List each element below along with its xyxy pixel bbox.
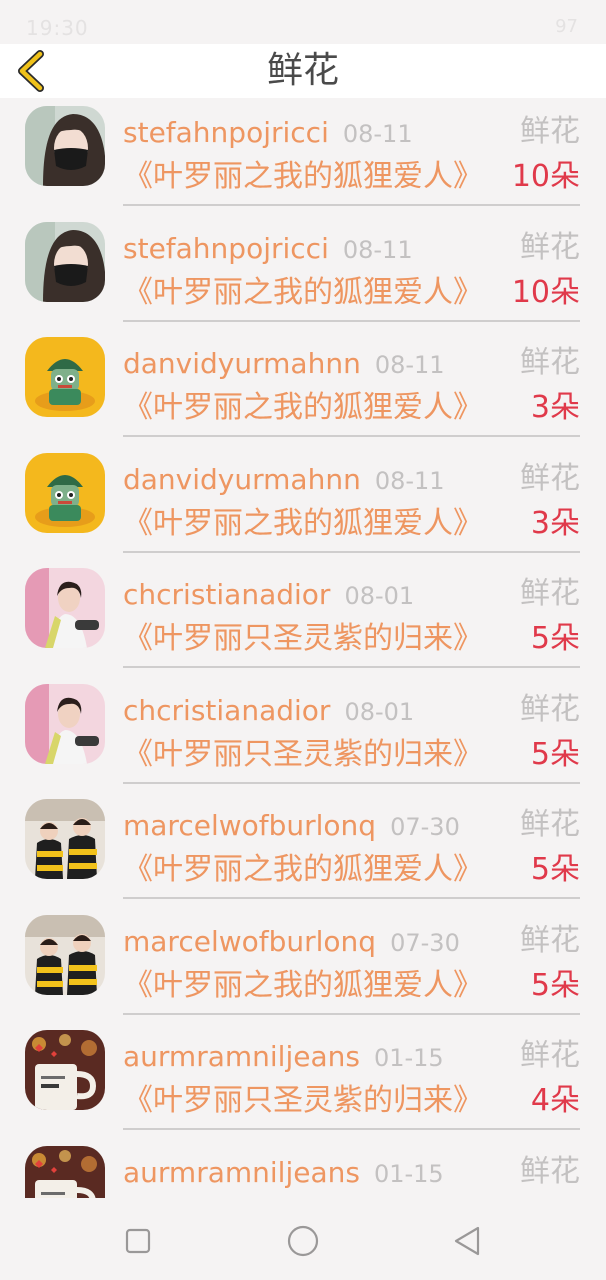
gift-type: 鲜花 [520, 345, 580, 380]
recents-button[interactable] [121, 1224, 155, 1258]
username[interactable]: marcelwofburlonq [123, 809, 376, 842]
username[interactable]: aurmramniljeans [123, 1040, 360, 1073]
gift-type: 鲜花 [520, 807, 580, 842]
divider [123, 666, 580, 668]
triangle-back-icon [454, 1226, 480, 1256]
username[interactable]: danvidyurmahnn [123, 463, 361, 496]
gift-type: 鲜花 [520, 691, 580, 727]
flower-count: 5朵 [530, 621, 580, 656]
username[interactable]: chcristianadior [123, 694, 330, 727]
book-title[interactable]: 《叶罗丽之我的狐狸爱人》 [123, 275, 483, 311]
username[interactable]: stefahnpojricci [123, 116, 329, 149]
book-title[interactable]: 《叶罗丽之我的狐狸爱人》 [123, 390, 483, 426]
date: 01-15 [373, 1159, 444, 1188]
date: 07-30 [390, 813, 460, 841]
book-title[interactable]: 《叶罗丽只圣灵紫的归来》 [123, 621, 483, 657]
girl-mask-avatar [25, 106, 105, 186]
mug-photo-avatar [25, 1145, 105, 1198]
list-item[interactable]: marcelwofburlonq 07-30 鲜花 《叶罗丽之我的狐狸爱人》 5朵 [0, 907, 606, 1023]
couple-photo-avatar [25, 914, 105, 995]
flower-count: 5朵 [530, 967, 580, 1003]
list-item[interactable]: stefahnpojricci 08-11 鲜花 《叶罗丽之我的狐狸爱人》 10朵 [0, 214, 606, 330]
divider [123, 1012, 580, 1015]
book-title[interactable]: 《叶罗丽只圣灵紫的归来》 [123, 737, 483, 773]
list-item[interactable]: marcelwofburlonq 07-30 鲜花 《叶罗丽之我的狐狸爱人》 5朵 [0, 791, 606, 907]
username[interactable]: chcristianadior [123, 578, 330, 611]
square-recents-icon [125, 1228, 151, 1254]
woman-photo-avatar [25, 683, 105, 764]
status-time: 19:30 [26, 16, 89, 40]
date: 08-11 [342, 120, 413, 148]
flower-count: 10朵 [511, 274, 580, 310]
book-title[interactable]: 《叶罗丽之我的狐狸爱人》 [123, 159, 483, 195]
date: 08-11 [374, 351, 445, 379]
system-nav-bar [0, 1198, 606, 1280]
divider [123, 1128, 580, 1130]
flower-count: 5朵 [530, 852, 580, 887]
circle-home-icon [287, 1225, 319, 1257]
list-item[interactable]: chcristianadior 08-01 鲜花 《叶罗丽只圣灵紫的归来》 5朵 [0, 676, 606, 792]
username[interactable]: danvidyurmahnn [123, 347, 361, 380]
gift-type: 鲜花 [520, 460, 580, 496]
page-title: 鲜花 [266, 50, 339, 91]
list-item[interactable]: aurmramniljeans 01-15 鲜花 [0, 1138, 606, 1198]
date: 08-01 [344, 697, 415, 726]
girl-mask-avatar [25, 221, 105, 302]
date: 08-11 [374, 466, 445, 495]
date: 08-01 [344, 582, 415, 610]
gift-type: 鲜花 [520, 576, 580, 611]
divider [123, 435, 580, 437]
list-item[interactable]: danvidyurmahnn 08-11 鲜花 《叶罗丽之我的狐狸爱人》 3朵 [0, 445, 606, 561]
flower-count: 10朵 [511, 159, 580, 194]
book-title[interactable]: 《叶罗丽之我的狐狸爱人》 [123, 968, 483, 1004]
back-nav-button[interactable] [450, 1224, 484, 1258]
flower-count: 3朵 [530, 390, 580, 425]
gift-type: 鲜花 [520, 114, 580, 149]
gift-type: 鲜花 [520, 229, 580, 265]
cartoon-avatar [25, 452, 105, 533]
list-item[interactable]: danvidyurmahnn 08-11 鲜花 《叶罗丽之我的狐狸爱人》 3朵 [0, 329, 606, 445]
list-item[interactable]: stefahnpojricci 08-11 鲜花 《叶罗丽之我的狐狸爱人》 10朵 [0, 98, 606, 214]
divider [123, 319, 580, 322]
username[interactable]: aurmramniljeans [123, 1156, 360, 1189]
mug-photo-avatar [25, 1030, 105, 1110]
book-title[interactable]: 《叶罗丽之我的狐狸爱人》 [123, 506, 483, 542]
gift-type: 鲜花 [520, 1153, 580, 1189]
woman-photo-avatar [25, 568, 105, 648]
cartoon-avatar [25, 337, 105, 417]
gift-type: 鲜花 [520, 922, 580, 958]
couple-photo-avatar [25, 799, 105, 879]
home-button[interactable] [286, 1224, 320, 1258]
gift-type: 鲜花 [520, 1038, 580, 1073]
list-item[interactable]: aurmramniljeans 01-15 鲜花 《叶罗丽只圣灵紫的归来》 4朵 [0, 1022, 606, 1138]
app-header: 鲜花 [0, 44, 606, 98]
date: 01-15 [373, 1044, 444, 1072]
divider [123, 204, 580, 206]
divider [123, 781, 580, 784]
username[interactable]: marcelwofburlonq [123, 925, 376, 958]
date: 07-30 [390, 928, 460, 957]
list-item[interactable]: chcristianadior 08-01 鲜花 《叶罗丽只圣灵紫的归来》 5朵 [0, 560, 606, 676]
divider [123, 550, 580, 553]
username[interactable]: stefahnpojricci [123, 232, 329, 265]
gift-list: stefahnpojricci 08-11 鲜花 《叶罗丽之我的狐狸爱人》 10朵… [0, 98, 606, 1198]
date: 08-11 [342, 235, 413, 264]
divider [123, 897, 580, 899]
flower-count: 4朵 [530, 1083, 580, 1118]
battery-level: 97 [555, 16, 578, 37]
book-title[interactable]: 《叶罗丽只圣灵紫的归来》 [123, 1083, 483, 1119]
status-bar: 19:30 97 [0, 0, 606, 44]
book-title[interactable]: 《叶罗丽之我的狐狸爱人》 [123, 852, 483, 888]
flower-count: 3朵 [530, 505, 580, 541]
flower-count: 5朵 [530, 736, 580, 772]
